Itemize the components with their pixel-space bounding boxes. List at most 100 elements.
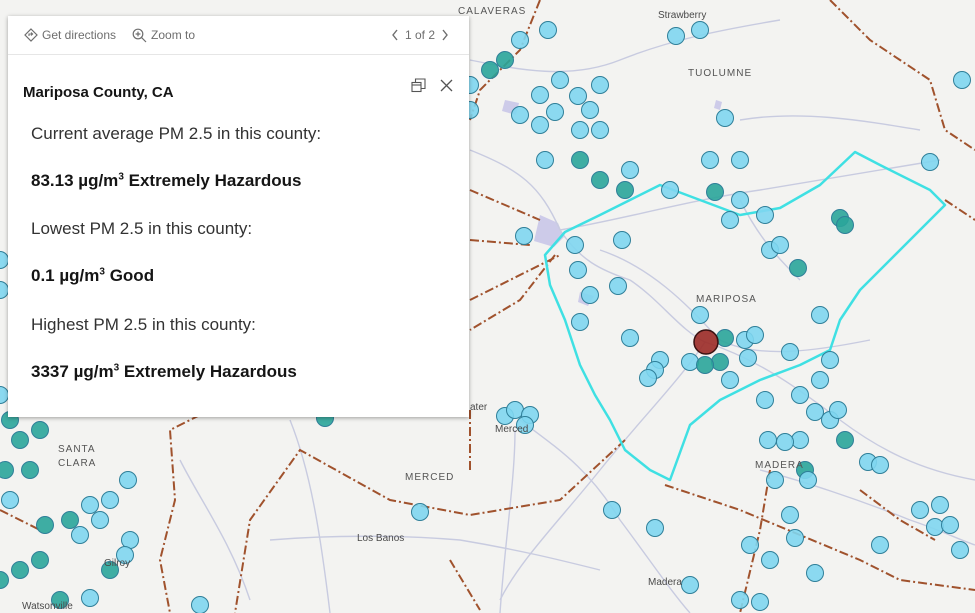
sensor-dot[interactable]	[36, 516, 54, 534]
sensor-dot[interactable]	[951, 541, 969, 559]
sensor-dot[interactable]	[941, 516, 959, 534]
sensor-dot[interactable]	[61, 511, 79, 529]
sensor-dot[interactable]	[571, 313, 589, 331]
sensor-dot[interactable]	[81, 496, 99, 514]
sensor-dot[interactable]	[759, 431, 777, 449]
sensor-dot[interactable]	[871, 536, 889, 554]
close-button[interactable]	[440, 79, 453, 92]
sensor-dot[interactable]	[667, 27, 685, 45]
sensor-dot[interactable]	[603, 501, 621, 519]
sensor-dot[interactable]	[821, 351, 839, 369]
sensor-dot[interactable]	[591, 121, 609, 139]
sensor-dot[interactable]	[639, 369, 657, 387]
sensor-dot[interactable]	[681, 576, 699, 594]
sensor-dot[interactable]	[11, 431, 29, 449]
sensor-dot[interactable]	[11, 561, 29, 579]
sensor-dot[interactable]	[731, 151, 749, 169]
sensor-dot[interactable]	[81, 589, 99, 607]
sensor-dot[interactable]	[613, 231, 631, 249]
sensor-dot[interactable]	[836, 216, 854, 234]
sensor-dot[interactable]	[71, 526, 89, 544]
sensor-dot[interactable]	[191, 596, 209, 613]
sensor-dot[interactable]	[781, 343, 799, 361]
sensor-dot[interactable]	[571, 121, 589, 139]
sensor-dot[interactable]	[806, 403, 824, 421]
sensor-dot[interactable]	[721, 371, 739, 389]
sensor-dot[interactable]	[646, 519, 664, 537]
sensor-dot[interactable]	[731, 591, 749, 609]
sensor-dot[interactable]	[121, 531, 139, 549]
sensor-dot[interactable]	[531, 86, 549, 104]
sensor-dot[interactable]	[741, 536, 759, 554]
sensor-dot[interactable]	[481, 61, 499, 79]
sensor-dot[interactable]	[591, 171, 609, 189]
next-feature-button[interactable]	[441, 29, 449, 41]
sensor-dot[interactable]	[761, 551, 779, 569]
sensor-dot[interactable]	[1, 491, 19, 509]
dock-button[interactable]	[411, 78, 426, 93]
sensor-dot[interactable]	[496, 51, 514, 69]
sensor-dot[interactable]	[811, 371, 829, 389]
sensor-dot[interactable]	[551, 71, 569, 89]
sensor-dot[interactable]	[101, 491, 119, 509]
sensor-dot[interactable]	[536, 151, 554, 169]
sensor-dot[interactable]	[581, 101, 599, 119]
sensor-dot[interactable]	[566, 236, 584, 254]
sensor-dot[interactable]	[791, 431, 809, 449]
sensor-dot[interactable]	[756, 391, 774, 409]
sensor-dot[interactable]	[766, 471, 784, 489]
sensor-dot[interactable]	[756, 206, 774, 224]
sensor-dot[interactable]	[506, 401, 524, 419]
sensor-dot[interactable]	[691, 21, 709, 39]
sensor-dot[interactable]	[921, 153, 939, 171]
sensor-dot[interactable]	[751, 593, 769, 611]
sensor-dot[interactable]	[721, 211, 739, 229]
sensor-dot[interactable]	[569, 261, 587, 279]
sensor-dot[interactable]	[926, 518, 944, 536]
sensor-dot[interactable]	[546, 103, 564, 121]
sensor-dot[interactable]	[571, 151, 589, 169]
sensor-dot[interactable]	[716, 329, 734, 347]
sensor-dot[interactable]	[119, 471, 137, 489]
sensor-dot[interactable]	[911, 501, 929, 519]
sensor-dot[interactable]	[411, 503, 429, 521]
sensor-dot[interactable]	[739, 349, 757, 367]
sensor-dot[interactable]	[31, 551, 49, 569]
sensor-dot[interactable]	[829, 401, 847, 419]
sensor-dot[interactable]	[931, 496, 949, 514]
sensor-dot[interactable]	[616, 181, 634, 199]
sensor-dot[interactable]	[806, 564, 824, 582]
sensor-dot[interactable]	[811, 306, 829, 324]
sensor-dot[interactable]	[681, 353, 699, 371]
sensor-dot[interactable]	[836, 431, 854, 449]
sensor-dot[interactable]	[711, 353, 729, 371]
sensor-dot[interactable]	[581, 286, 599, 304]
sensor-dot[interactable]	[621, 161, 639, 179]
sensor-dot[interactable]	[569, 87, 587, 105]
sensor-dot[interactable]	[31, 421, 49, 439]
sensor-dot[interactable]	[511, 106, 529, 124]
sensor-dot[interactable]	[791, 386, 809, 404]
sensor-dot[interactable]	[609, 277, 627, 295]
sensor-dot[interactable]	[511, 31, 529, 49]
sensor-dot[interactable]	[515, 227, 533, 245]
sensor-dot[interactable]	[621, 329, 639, 347]
sensor-dot[interactable]	[661, 181, 679, 199]
sensor-dot[interactable]	[696, 356, 714, 374]
sensor-dot[interactable]	[799, 471, 817, 489]
sensor-dot[interactable]	[953, 71, 971, 89]
sensor-dot[interactable]	[691, 306, 709, 324]
previous-feature-button[interactable]	[391, 29, 399, 41]
zoom-to-button[interactable]: Zoom to	[132, 28, 195, 43]
sensor-dot[interactable]	[0, 461, 14, 479]
sensor-dot[interactable]	[776, 433, 794, 451]
sensor-dot[interactable]	[746, 326, 764, 344]
sensor-dot[interactable]	[706, 183, 724, 201]
sensor-dot[interactable]	[531, 116, 549, 134]
sensor-dot[interactable]	[871, 456, 889, 474]
sensor-dot[interactable]	[789, 259, 807, 277]
sensor-dot[interactable]	[701, 151, 719, 169]
hazard-marker[interactable]	[693, 329, 719, 355]
sensor-dot[interactable]	[539, 21, 557, 39]
sensor-dot[interactable]	[91, 511, 109, 529]
